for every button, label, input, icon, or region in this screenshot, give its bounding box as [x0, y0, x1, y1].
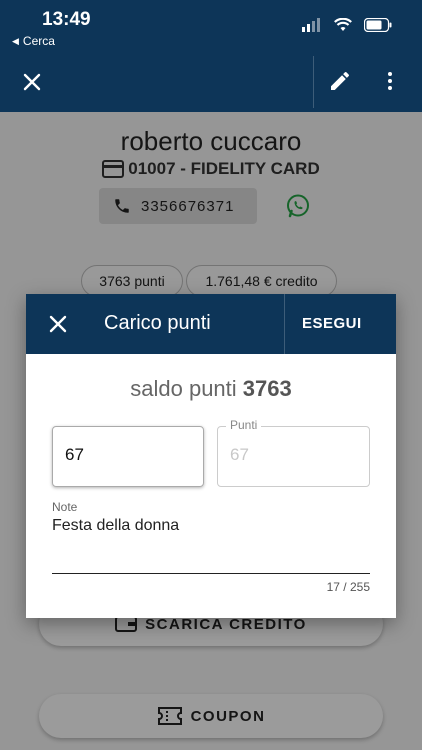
battery-icon: [364, 18, 392, 32]
saldo-punti: saldo punti 3763: [26, 376, 396, 402]
dialog-header: Carico punti ESEGUI: [26, 294, 396, 354]
appbar-divider: [313, 56, 314, 108]
note-char-counter: 17 / 255: [326, 580, 370, 594]
app-bar: [0, 56, 422, 112]
signal-icon: [302, 18, 320, 32]
points-label: Punti: [226, 418, 262, 432]
points-input: 67: [217, 426, 370, 487]
status-bar: 13:49 ◀ Cerca: [0, 0, 422, 56]
esegui-button[interactable]: ESEGUI: [302, 315, 362, 332]
more-vert-icon[interactable]: [378, 69, 402, 93]
dialog-header-divider: [284, 294, 285, 354]
amount-input[interactable]: 67: [52, 426, 204, 487]
carico-punti-dialog: Carico punti ESEGUI saldo punti 3763 67 …: [26, 294, 396, 618]
status-icons: [302, 18, 392, 32]
note-field[interactable]: Festa della donna: [52, 517, 179, 535]
wifi-icon: [334, 18, 352, 31]
close-icon[interactable]: [20, 70, 44, 94]
saldo-label: saldo punti: [130, 376, 237, 401]
edit-icon[interactable]: [328, 69, 352, 93]
back-label: Cerca: [22, 34, 55, 48]
back-to-search[interactable]: ◀ Cerca: [12, 34, 55, 48]
dialog-title: Carico punti: [104, 312, 211, 334]
close-icon[interactable]: [46, 312, 70, 336]
back-triangle-icon: ◀: [12, 35, 19, 46]
note-underline: [52, 573, 370, 574]
clock: 13:49: [42, 9, 91, 30]
saldo-value: 3763: [242, 376, 292, 401]
note-label: Note: [52, 500, 78, 514]
